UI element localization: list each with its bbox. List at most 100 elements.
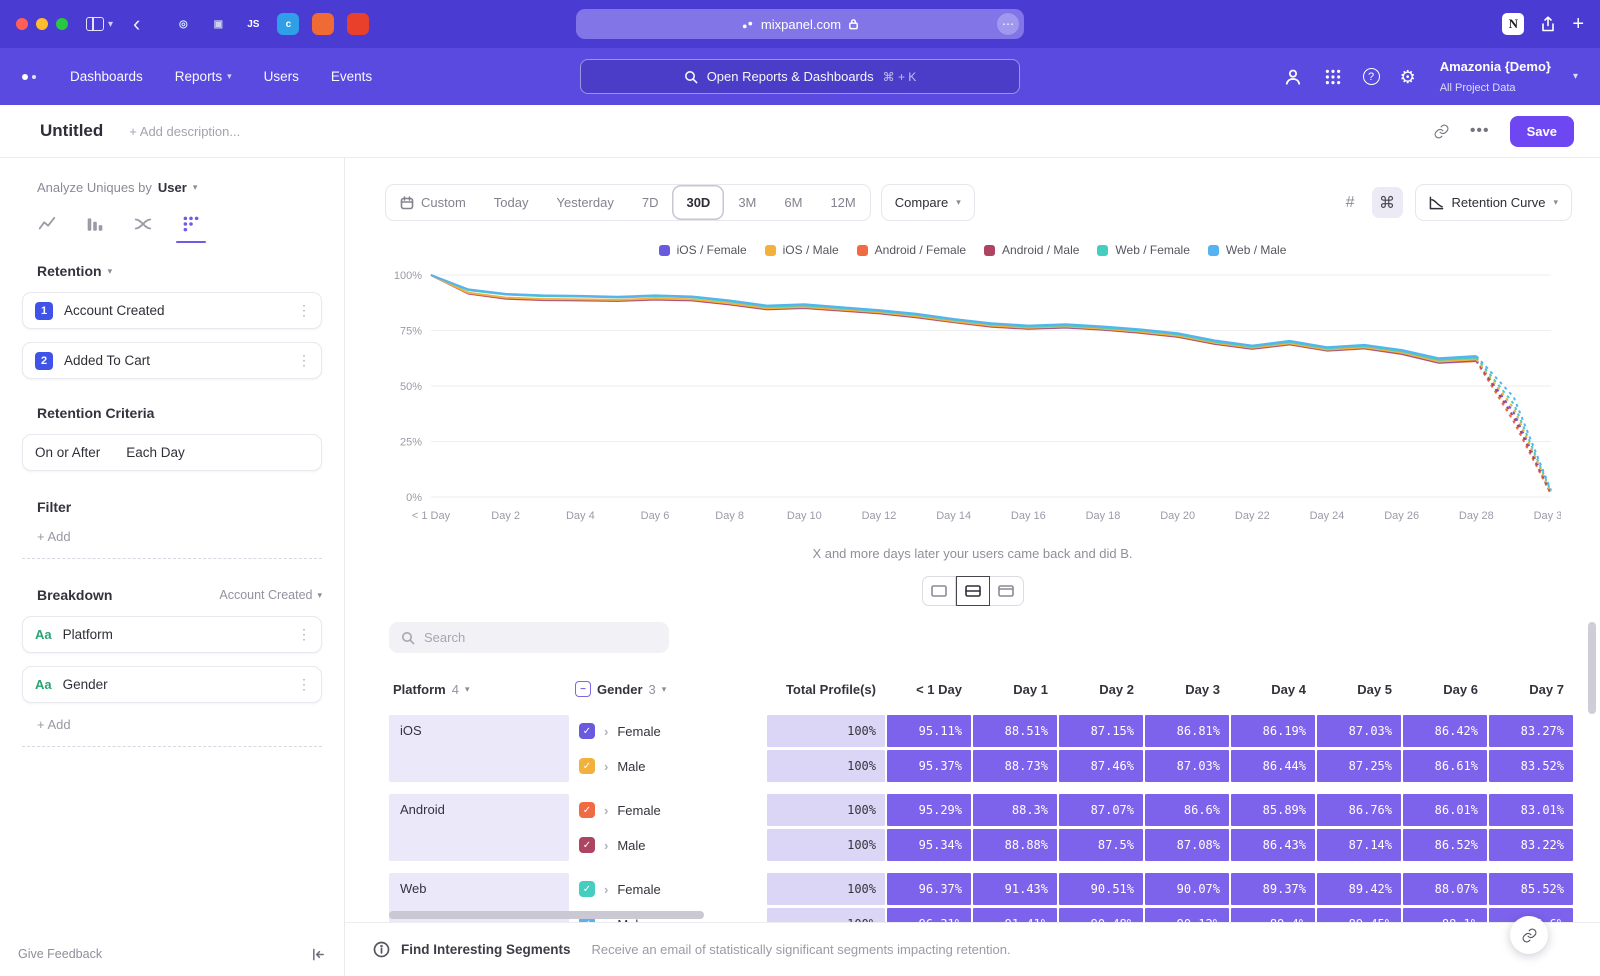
retention-cell[interactable]: 87.5% (1059, 829, 1143, 861)
mixpanel-logo[interactable] (22, 74, 36, 80)
range-6m[interactable]: 6M (770, 185, 816, 220)
nav-item-users[interactable]: Users (264, 69, 299, 84)
range-today[interactable]: Today (480, 185, 543, 220)
retention-cell[interactable]: 87.03% (1317, 715, 1401, 747)
window-minimize-button[interactable] (36, 18, 48, 30)
retention-cell[interactable]: 88.3% (973, 794, 1057, 826)
filter-add-button[interactable]: + Add (22, 529, 322, 559)
new-tab-icon[interactable]: + (1572, 13, 1584, 36)
line-chart[interactable]: 100%75%50%25%0%< 1 DayDay 2Day 4Day 6Day… (381, 261, 1561, 529)
legend-item[interactable]: Android / Male (984, 243, 1079, 257)
browser-sidebar-toggle[interactable]: ▾ (86, 17, 113, 31)
retention-cell[interactable]: 91.43% (973, 873, 1057, 905)
kebab-menu-icon[interactable]: ⋮ (297, 626, 311, 643)
notion-icon[interactable]: N (1502, 13, 1524, 35)
vertical-scrollbar[interactable] (1588, 622, 1596, 714)
retention-cell[interactable]: 83.22% (1489, 829, 1573, 861)
legend-item[interactable]: Web / Female (1097, 243, 1189, 257)
table-search-input[interactable]: Search (389, 622, 669, 653)
retention-criteria-selector[interactable]: On or After Each Day (22, 434, 322, 471)
expand-row-icon[interactable]: › (604, 882, 608, 897)
compare-button[interactable]: Compare ▾ (881, 184, 975, 221)
view-table-only-button[interactable] (990, 576, 1024, 606)
find-segments-link[interactable]: Find Interesting Segments (401, 942, 571, 957)
retention-cell[interactable]: 83.01% (1489, 794, 1573, 826)
browser-back-button[interactable]: ‹ (133, 13, 140, 35)
retention-cell[interactable]: 83.27% (1489, 715, 1573, 747)
retention-cell[interactable]: 88.07% (1403, 873, 1487, 905)
nav-item-reports[interactable]: Reports▾ (175, 69, 232, 84)
chart-type-dropdown[interactable]: Retention Curve ▾ (1415, 184, 1572, 221)
global-search[interactable]: Open Reports & Dashboards ⌘ + K (580, 59, 1020, 94)
legend-item[interactable]: iOS / Male (765, 243, 839, 257)
retention-cell[interactable]: 87.08% (1145, 829, 1229, 861)
analyze-uniques-row[interactable]: Analyze Uniques by User ▾ (22, 180, 322, 195)
retention-cell[interactable]: 86.42% (1403, 715, 1487, 747)
retention-cell[interactable]: 95.11% (887, 715, 971, 747)
criteria-interval[interactable]: Each Day (126, 445, 185, 460)
retention-cell[interactable]: 96.31% (887, 908, 971, 922)
url-more-icon[interactable]: ⋯ (997, 13, 1019, 35)
criteria-mode[interactable]: On or After (35, 445, 100, 460)
retention-cell[interactable]: 87.15% (1059, 715, 1143, 747)
window-close-button[interactable] (16, 18, 28, 30)
retention-section-header[interactable]: Retention ▾ (22, 263, 322, 279)
row-checkbox[interactable]: ✓ (579, 723, 595, 739)
add-description[interactable]: + Add description... (129, 124, 240, 139)
retention-cell[interactable]: 95.29% (887, 794, 971, 826)
retention-cell[interactable]: 87.25% (1317, 750, 1401, 782)
range-30d[interactable]: 30D (672, 185, 724, 220)
retention-cell[interactable]: 87.07% (1059, 794, 1143, 826)
retention-cell[interactable]: 86.19% (1231, 715, 1315, 747)
tab-flows[interactable] (129, 215, 157, 243)
retention-cell[interactable]: 90.48% (1059, 908, 1143, 922)
kebab-menu-icon[interactable]: ⋮ (297, 302, 311, 319)
extension-icon-4[interactable]: c (277, 13, 299, 35)
kebab-menu-icon[interactable]: ⋮ (297, 352, 311, 369)
retention-cell[interactable]: 86.76% (1317, 794, 1401, 826)
horizontal-scrollbar[interactable] (389, 911, 704, 919)
expand-row-icon[interactable]: › (604, 759, 608, 774)
retention-cell[interactable]: 91.41% (973, 908, 1057, 922)
range-custom[interactable]: Custom (386, 185, 480, 220)
collapse-sidebar-icon[interactable] (311, 947, 326, 962)
select-all-checkbox[interactable]: − (575, 681, 591, 697)
breakdown-add-button[interactable]: + Add (22, 717, 322, 747)
range-7d[interactable]: 7D (628, 185, 673, 220)
retention-cell[interactable]: 83.52% (1489, 750, 1573, 782)
retention-cell[interactable]: 85.89% (1231, 794, 1315, 826)
extension-icon-3[interactable]: JS (242, 13, 264, 35)
account-switcher[interactable]: Amazonia {Demo} All Project Data (1440, 57, 1551, 97)
retention-cell[interactable]: 86.81% (1145, 715, 1229, 747)
nav-item-dashboards[interactable]: Dashboards (70, 69, 143, 84)
retention-cell[interactable]: 86.43% (1231, 829, 1315, 861)
retention-cell[interactable]: 86.6% (1145, 794, 1229, 826)
apps-grid-icon[interactable] (1323, 67, 1343, 87)
retention-cell[interactable]: 95.37% (887, 750, 971, 782)
retention-cell[interactable]: 89.45% (1317, 908, 1401, 922)
save-button[interactable]: Save (1510, 116, 1574, 147)
data-management-icon[interactable] (1283, 67, 1303, 87)
tab-retention[interactable] (177, 215, 205, 243)
step-account-created[interactable]: 1 Account Created ⋮ (22, 292, 322, 329)
tab-funnels[interactable] (81, 215, 109, 243)
retention-cell[interactable]: 86.61% (1403, 750, 1487, 782)
retention-cell[interactable]: 96.37% (887, 873, 971, 905)
retention-cell[interactable]: 89.4% (1231, 908, 1315, 922)
retention-cell[interactable]: 87.03% (1145, 750, 1229, 782)
step-added-to-cart[interactable]: 2 Added To Cart ⋮ (22, 342, 322, 379)
view-chart-only-button[interactable] (922, 576, 956, 606)
extension-icon-1[interactable]: ◎ (172, 13, 194, 35)
range-12m[interactable]: 12M (816, 185, 869, 220)
row-checkbox[interactable]: ✓ (579, 758, 595, 774)
range-yesterday[interactable]: Yesterday (543, 185, 628, 220)
expand-row-icon[interactable]: › (604, 724, 608, 739)
retention-cell[interactable]: 85.52% (1489, 873, 1573, 905)
row-checkbox[interactable]: ✓ (579, 881, 595, 897)
retention-cell[interactable]: 88.88% (973, 829, 1057, 861)
retention-cell[interactable]: 88.73% (973, 750, 1057, 782)
tab-insights[interactable] (33, 215, 61, 243)
column-gender[interactable]: − Gender 3 ▾ (571, 681, 765, 697)
legend-item[interactable]: Android / Female (857, 243, 966, 257)
more-options-icon[interactable]: ••• (1470, 122, 1490, 140)
